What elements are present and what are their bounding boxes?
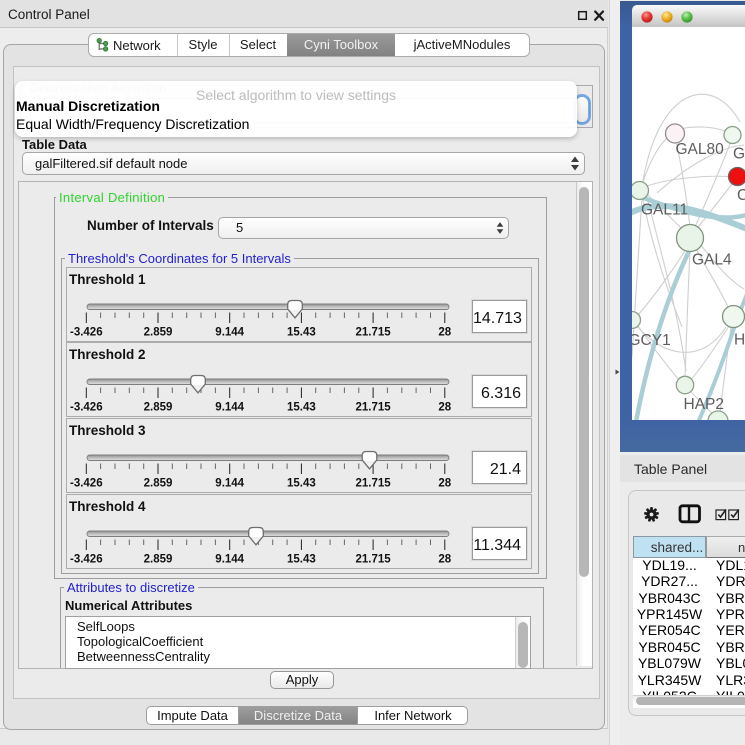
svg-text:HAP2: HAP2: [684, 396, 725, 413]
svg-text:C: C: [737, 187, 745, 204]
svg-text:H: H: [734, 332, 745, 349]
svg-text:GAL11: GAL11: [641, 202, 688, 219]
svg-text:GCY1: GCY1: [632, 332, 671, 349]
svg-text:GAL4: GAL4: [692, 252, 732, 269]
svg-text:GA: GA: [733, 146, 745, 163]
svg-text:GAL80: GAL80: [676, 141, 725, 158]
